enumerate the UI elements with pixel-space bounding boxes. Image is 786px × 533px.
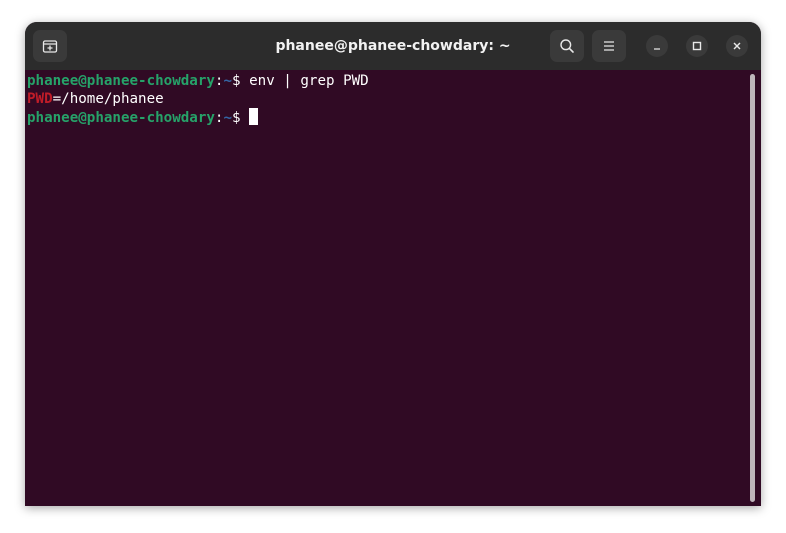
- scrollbar[interactable]: [749, 74, 757, 502]
- minimize-button[interactable]: [646, 35, 668, 57]
- close-icon: [733, 42, 741, 50]
- output-text: =/home/phanee: [52, 91, 164, 107]
- terminal-line: phanee@phanee-chowdary:~$ env | grep PWD: [27, 72, 369, 90]
- search-icon: [560, 39, 574, 53]
- header-bar: phanee@phanee-chowdary: ~: [25, 22, 761, 70]
- menu-button[interactable]: [592, 30, 626, 62]
- prompt-symbol: $: [232, 73, 250, 89]
- prompt-user: phanee@phanee-chowdary: [27, 110, 215, 126]
- grep-match: PWD: [27, 91, 53, 107]
- maximize-button[interactable]: [686, 35, 708, 57]
- hamburger-menu-icon: [604, 41, 614, 51]
- terminal-output[interactable]: phanee@phanee-chowdary:~$ env | grep PWD…: [25, 70, 761, 506]
- prompt-dir: ~: [223, 73, 233, 89]
- prompt-dir: ~: [223, 110, 233, 126]
- new-tab-button[interactable]: [33, 30, 67, 62]
- text-cursor: [249, 108, 259, 125]
- terminal-line: phanee@phanee-chowdary:~$: [27, 108, 259, 126]
- close-button[interactable]: [726, 35, 748, 57]
- terminal-line: PWD=/home/phanee: [27, 90, 164, 108]
- terminal-window: phanee@phanee-chowdary: ~ phanee@phanee-…: [25, 22, 761, 506]
- prompt-symbol: $: [232, 110, 250, 126]
- minimize-icon: [654, 48, 660, 50]
- command-text: env | grep PWD: [249, 73, 369, 89]
- new-tab-icon: [42, 40, 58, 53]
- maximize-icon: [692, 41, 702, 51]
- prompt-user: phanee@phanee-chowdary: [27, 73, 215, 89]
- search-button[interactable]: [550, 30, 584, 62]
- scrollbar-thumb[interactable]: [750, 74, 755, 502]
